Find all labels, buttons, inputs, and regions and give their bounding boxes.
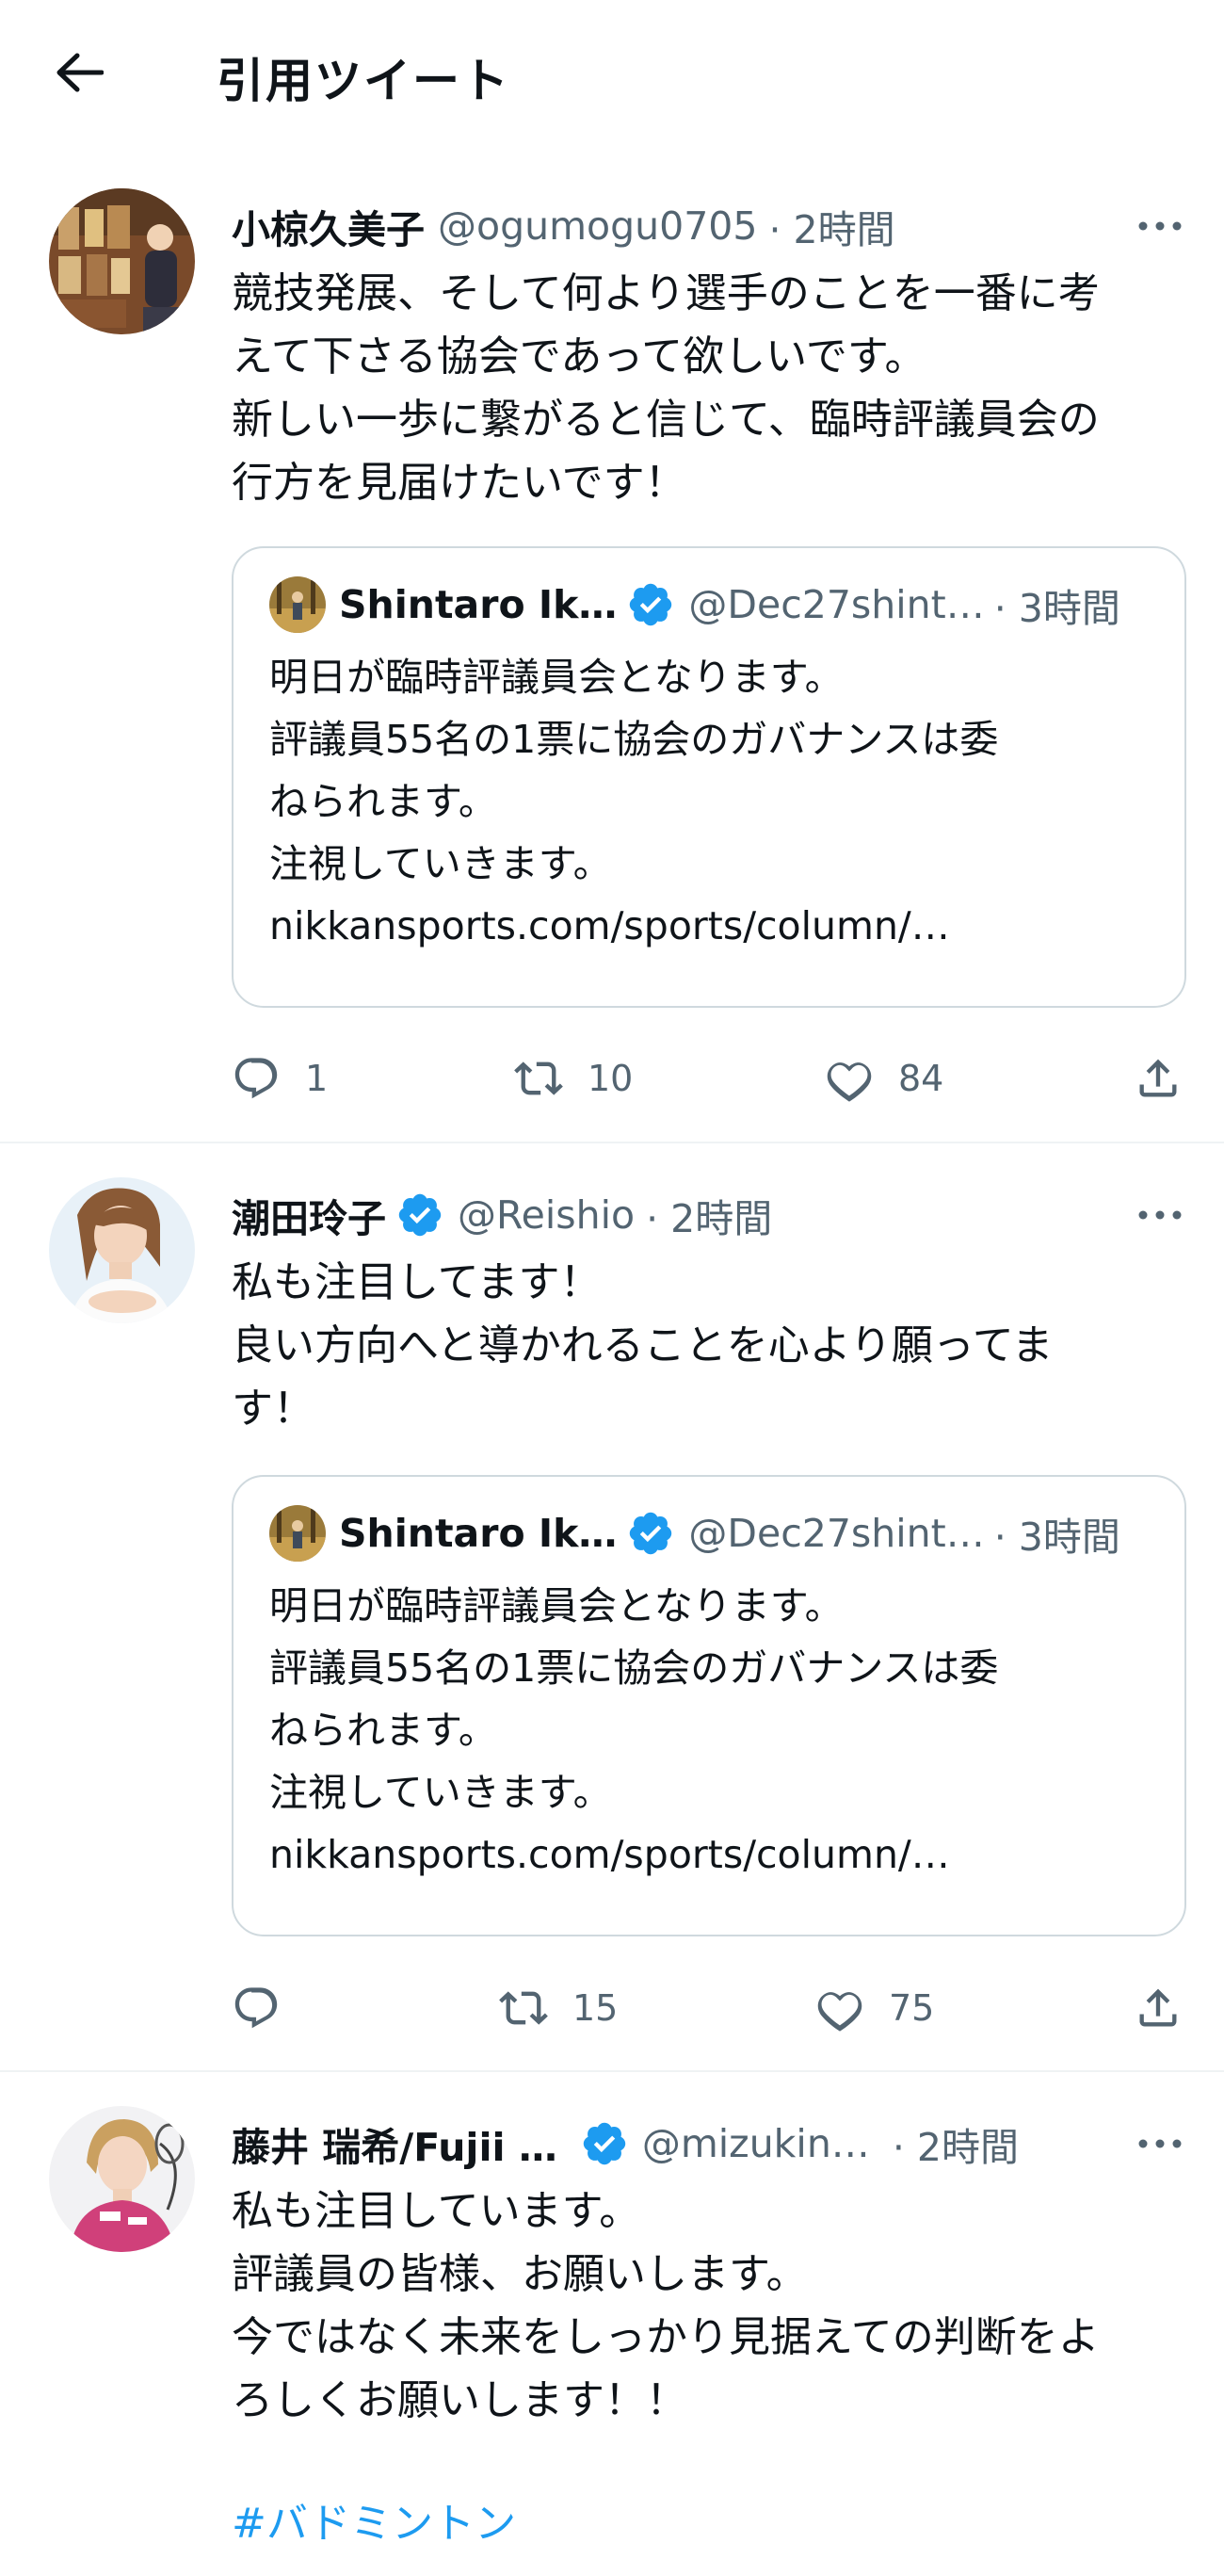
retweet-icon <box>514 1061 563 1095</box>
back-arrow-icon <box>56 53 104 92</box>
quoted-tweet[interactable]: Shintaro Ik… @Dec27shint… · 3時間 明日が臨時評議員… <box>232 1475 1186 1936</box>
timestamp[interactable]: · 2時間 <box>646 1187 772 1243</box>
verified-badge-icon <box>583 2122 626 2165</box>
author-name[interactable]: 小椋久美子 <box>232 198 425 254</box>
quote-timestamp: · 3時間 <box>993 1515 1120 1560</box>
tweet-text: 私も注目してます！ 良い方向へと導かれることを心より願ってま す！ <box>232 1258 1054 1433</box>
verified-badge-icon <box>630 1512 672 1555</box>
more-button[interactable] <box>1135 1196 1184 1234</box>
timestamp[interactable]: · 2時間 <box>768 198 894 254</box>
quote-author-name: Shintaro Ik… <box>339 1511 618 1556</box>
quote-avatar <box>269 576 326 633</box>
more-button[interactable] <box>1135 207 1184 245</box>
author-handle[interactable]: @Reishio <box>458 1192 635 1238</box>
reply-icon <box>234 1058 278 1099</box>
more-icon <box>1138 1210 1182 1220</box>
retweet-button[interactable]: 15 <box>499 1980 618 2036</box>
verified-badge-icon <box>398 1193 442 1237</box>
tweet-text: 私も注目しています。 評議員の皆様、お願いします。 今ではなく未来をしっかり見据… <box>232 2187 1100 2424</box>
retweet-count: 15 <box>572 1987 619 2029</box>
retweet-button[interactable]: 10 <box>514 1050 633 1107</box>
retweet-count: 10 <box>588 1058 634 1099</box>
share-button[interactable] <box>1134 1980 1183 2036</box>
quoted-tweet[interactable]: Shintaro Ik… @Dec27shint… · 3時間 明日が臨時評議員… <box>232 546 1186 1008</box>
header: 引用ツイート <box>0 0 1224 151</box>
tweet-actions: 15 75 <box>232 1980 1192 2036</box>
verified-badge-icon <box>630 583 672 626</box>
avatar[interactable] <box>49 1177 195 1323</box>
like-count: 75 <box>889 1987 935 2029</box>
reply-button[interactable]: 1 <box>232 1050 328 1107</box>
quote-text: 明日が臨時評議員会となります。 評議員55名の1票に協会のガバナンスは委 ねられ… <box>269 655 999 948</box>
quote-author-name: Shintaro Ik… <box>339 582 618 627</box>
share-icon <box>1139 1059 1177 1097</box>
author-name[interactable]: 藤井 瑞希/Fujii … <box>232 2115 557 2172</box>
more-icon <box>1138 221 1182 231</box>
quote-author-handle: @Dec27shint… <box>688 1511 985 1556</box>
like-button[interactable]: 75 <box>815 1980 934 2036</box>
like-count: 84 <box>898 1058 944 1099</box>
like-icon <box>817 1992 862 2032</box>
quote-timestamp: · 3時間 <box>993 586 1120 631</box>
reply-count: 1 <box>305 1058 329 1099</box>
reply-icon <box>234 1987 278 2029</box>
tweet[interactable]: 藤井 瑞希/Fujii … @mizukin… · 2時間 私も注目しています。… <box>0 2097 1224 2576</box>
quote-author-handle: @Dec27shint… <box>688 582 985 627</box>
avatar[interactable] <box>49 188 195 334</box>
hashtag-link[interactable]: #バドミントン <box>232 2492 1192 2555</box>
timestamp[interactable]: · 2時間 <box>893 2115 1019 2172</box>
quote-text: 明日が臨時評議員会となります。 評議員55名の1票に協会のガバナンスは委 ねられ… <box>269 1583 999 1877</box>
page-title: 引用ツイート <box>217 54 510 108</box>
like-icon <box>827 1062 872 1102</box>
quote-avatar <box>269 1505 326 1562</box>
more-button[interactable] <box>1135 2125 1184 2163</box>
back-button[interactable] <box>49 49 109 96</box>
tweet-text: 競技発展、そして何より選手のことを一番に考 えて下さる協会であって欲しいです。 … <box>232 269 1100 507</box>
tweet[interactable]: 小椋久美子 @ogumogu0705 · 2時間 競技発展、そして何より選手のこ… <box>0 179 1224 1140</box>
share-icon <box>1139 1988 1177 2027</box>
tweet[interactable]: 潮田玲子 @Reishio · 2時間 私も注目してます！ 良い方向へと導かれる… <box>0 1168 1224 2072</box>
tweet-divider <box>0 2070 1224 2072</box>
retweet-icon <box>499 1991 548 2025</box>
tweet-actions: 1 10 84 <box>232 1050 1192 1107</box>
author-handle[interactable]: @mizukin… <box>642 2121 870 2166</box>
author-handle[interactable]: @ogumogu0705 <box>438 203 757 249</box>
author-name[interactable]: 潮田玲子 <box>232 1187 386 1243</box>
avatar[interactable] <box>49 2106 195 2252</box>
reply-button[interactable] <box>232 1980 305 2036</box>
tweet-divider <box>0 1142 1224 1143</box>
more-icon <box>1138 2139 1182 2148</box>
share-button[interactable] <box>1134 1050 1183 1107</box>
like-button[interactable]: 84 <box>825 1050 943 1107</box>
